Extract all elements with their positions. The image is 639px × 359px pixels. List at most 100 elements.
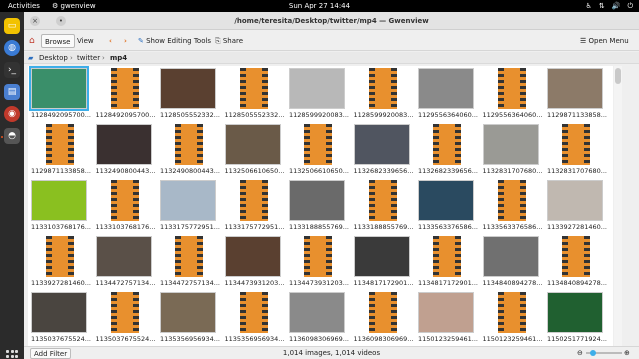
thumbnail-grid[interactable]: 1128492095700... 1128492095700... 11285055… [28,66,613,346]
browser-icon[interactable]: ◍ [4,40,20,56]
video-file-item[interactable]: 1133103768176... [93,178,159,234]
breadcrumb-item-twitter[interactable]: twitter [77,52,100,64]
chevron-left-icon[interactable]: ‹ [106,34,115,48]
image-file-item[interactable]: 1129556364060... [415,66,481,122]
chevron-right-icon[interactable]: › [121,34,130,48]
video-file-item[interactable]: 1128492095700... [93,66,159,122]
video-file-item[interactable]: 1135356956934... [222,290,288,346]
image-file-item[interactable]: 1133927281460... [544,178,610,234]
browse-button[interactable]: Browse [41,34,75,48]
image-thumbnail [289,68,345,109]
zoom-slider[interactable]: ⊖ ⊕ [577,347,632,359]
video-file-item[interactable]: 1129871133858... [28,122,94,178]
image-thumbnail [31,180,87,221]
scrollbar[interactable] [614,66,622,346]
video-file-item[interactable]: 1129556364060... [480,66,546,122]
video-file-item[interactable]: 1133175772951... [222,178,288,234]
video-file-item[interactable]: 1134817172901... [415,234,481,290]
volume-icon[interactable]: 🔊 [612,0,621,12]
image-file-item[interactable]: 1132506610650... [222,122,288,178]
clock[interactable]: Sun Apr 27 14:44 [0,0,639,12]
file-name-label: 1128492095700... [31,111,91,119]
video-file-item[interactable]: 1132506610650... [286,122,352,178]
video-file-item[interactable]: 1150123259461... [480,290,546,346]
image-file-item[interactable]: 1133563376586... [415,178,481,234]
app-red-icon[interactable]: ◉ [4,106,20,122]
home-icon[interactable]: ⌂ [26,34,38,48]
image-file-item[interactable]: 1134472757134... [93,234,159,290]
video-file-item[interactable]: 1132831707680... [544,122,610,178]
image-file-item[interactable]: 1132831707680... [480,122,546,178]
image-file-item[interactable]: 1128492095700... [28,66,94,122]
file-name-label: 1129556364060... [482,111,543,119]
image-file-item[interactable]: 1134473931203... [222,234,288,290]
zoom-handle[interactable] [590,350,596,356]
image-file-item[interactable]: 1128505552332... [157,66,223,122]
video-file-item[interactable]: 1133927281460... [28,234,94,290]
zoom-out-icon[interactable]: ⊖ [577,347,583,359]
image-file-item[interactable]: 1150251771924... [544,290,610,346]
file-name-label: 1150251771924... [547,335,607,343]
image-file-item[interactable]: 1135356956934... [157,290,223,346]
show-editing-tools-button[interactable]: ✎ Show Editing Tools [135,34,214,48]
accessibility-icon[interactable]: ♿ [586,0,592,12]
breadcrumb-item-desktop[interactable]: Desktop [39,52,68,64]
share-button[interactable]: ⎘ Share [212,34,246,48]
dock: ▭ ◍ ›_ ▤ ◉ ◓ [0,12,24,359]
image-file-item[interactable]: 1150123259461... [415,290,481,346]
image-file-item[interactable]: 1129871133858... [544,66,610,122]
image-thumbnail [29,66,89,111]
gwenview-dock-icon[interactable]: ◓ [4,128,20,144]
scrollbar-handle[interactable] [615,68,621,84]
image-file-item[interactable]: 1133175772951... [157,178,223,234]
image-file-item[interactable]: 1132490800443... [93,122,159,178]
power-icon[interactable]: ⏻ [627,0,633,12]
file-name-label: 1134472757134... [160,279,220,287]
file-name-label: 1132506610650... [224,167,285,175]
video-file-item[interactable]: 1128505552332... [222,66,288,122]
breadcrumb-separator: › [102,54,105,62]
network-icon[interactable]: ⇅ [599,0,605,12]
file-name-label: 1128505552332... [224,111,285,119]
video-file-icon [433,236,461,277]
image-file-item[interactable]: 1135037675524... [28,290,94,346]
image-thumbnail [482,124,539,165]
zoom-in-icon[interactable]: ⊕ [624,347,630,359]
image-file-item[interactable]: 1133103768176... [28,178,94,234]
image-file-item[interactable]: 1134817172901... [351,234,417,290]
item-count: 1,014 images, 1,014 videos [282,349,381,357]
video-file-item[interactable]: 1133563376586... [480,178,546,234]
file-name-label: 1134840894278... [547,279,607,287]
file-name-label: 1133927281460... [547,223,607,231]
video-file-item[interactable]: 1132490800443... [157,122,223,178]
video-file-item[interactable]: 1134840894278... [544,234,610,290]
video-file-item[interactable]: 1136098306969... [351,290,417,346]
show-apps-icon[interactable] [6,350,18,359]
image-thumbnail [224,236,281,277]
video-file-icon [110,180,139,221]
image-file-item[interactable]: 1134840894278... [480,234,546,290]
file-name-label: 1129556364060... [418,111,478,119]
image-file-item[interactable]: 1128599920083... [286,66,352,122]
document-icon[interactable]: ▤ [4,84,20,100]
open-menu-button[interactable]: ☰ Open Menu [577,34,632,48]
show-editing-tools-label: Show Editing Tools [146,37,212,45]
folder-icon: ▰ [28,54,34,62]
image-thumbnail [31,292,87,333]
system-tray[interactable]: ♿ ⇅ 🔊 ⏻ [586,0,633,12]
video-file-item[interactable]: 1132682339656... [415,122,481,178]
files-icon[interactable]: ▭ [4,18,20,34]
video-file-item[interactable]: 1128599920083... [351,66,417,122]
image-file-item[interactable]: 1136098306969... [286,290,352,346]
breadcrumb-item-mp4[interactable]: mp4 [110,52,127,64]
file-name-label: 1128599920083... [289,111,349,119]
file-name-label: 1134817172901... [353,279,414,287]
terminal-icon[interactable]: ›_ [4,62,20,78]
video-file-item[interactable]: 1134472757134... [157,234,223,290]
image-file-item[interactable]: 1132682339656... [351,122,417,178]
view-button[interactable]: View [74,34,97,48]
video-file-item[interactable]: 1133188855769... [351,178,417,234]
video-file-item[interactable]: 1135037675524... [93,290,159,346]
video-file-item[interactable]: 1134473931203... [286,234,352,290]
image-file-item[interactable]: 1133188855769... [286,178,352,234]
